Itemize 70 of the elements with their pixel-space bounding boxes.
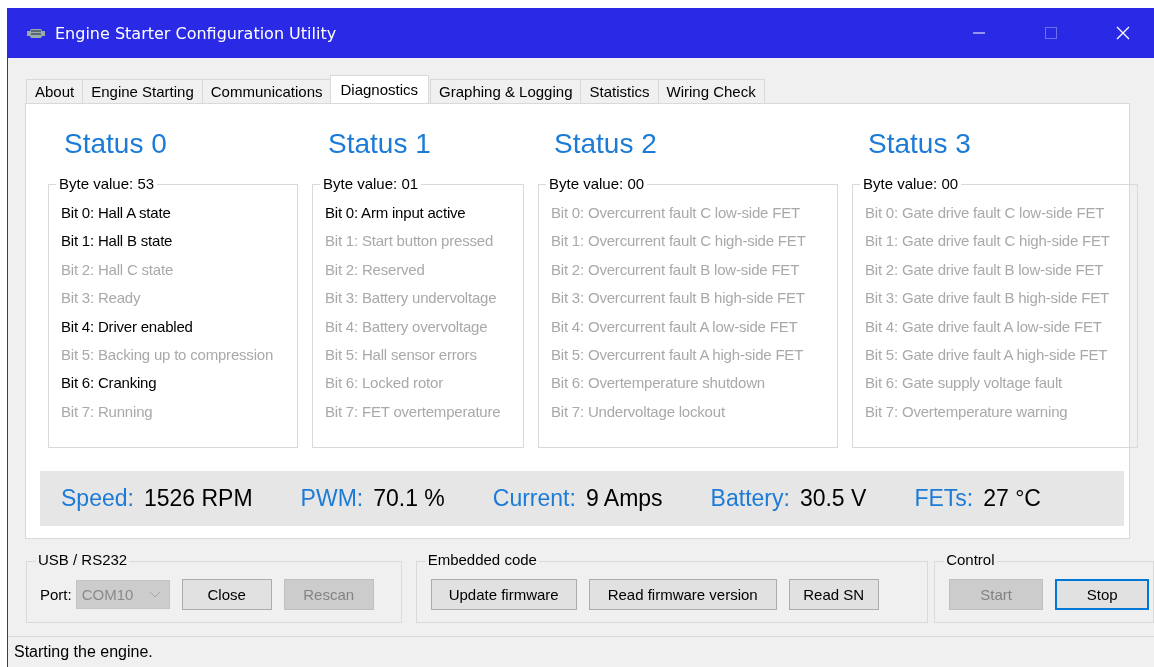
close-icon[interactable] — [1116, 26, 1130, 40]
bit-label: Bit 5: Gate drive fault A high-side FET — [865, 344, 1109, 365]
bit-label: Bit 3: Gate drive fault B high-side FET — [865, 288, 1110, 309]
bit-label: Bit 0: Arm input active — [325, 203, 467, 223]
tab[interactable]: Diagnostics — [329, 75, 430, 103]
bit-label: Bit 7: Undervoltage lockout — [551, 401, 726, 422]
group-title: USB / RS232 — [36, 551, 130, 568]
bit-label: Bit 6: Locked rotor — [325, 373, 444, 394]
maximize-icon[interactable] — [1044, 26, 1058, 40]
bit-label: Bit 7: Running — [61, 401, 154, 422]
bit-label: Bit 4: Overcurrent fault A low-side FET — [551, 316, 799, 337]
tab[interactable]: Graphing & Logging — [430, 79, 582, 103]
engine-icon — [26, 27, 46, 39]
reading-label: PWM: — [300, 485, 364, 512]
reading-label: FETs: — [914, 485, 974, 512]
group-title: Embedded code — [425, 551, 539, 568]
push-button[interactable]: Read SN — [788, 579, 879, 610]
bit-label: Bit 0: Hall A state — [61, 203, 172, 223]
reading-label: Battery: — [710, 485, 790, 512]
bit-label: Bit 1: Hall B state — [61, 231, 174, 252]
reading-label: Speed: — [61, 485, 134, 512]
reading-value: 70.1 % — [373, 485, 445, 512]
push-button[interactable]: Update firmware — [430, 579, 577, 610]
bit-label: Bit 2: Overcurrent fault B low-side FET — [551, 259, 801, 280]
reading-value: 1526 RPM — [143, 485, 253, 512]
tab[interactable]: Wiring Check — [657, 79, 765, 103]
bit-label: Bit 4: Battery overvoltage — [325, 316, 489, 337]
bit-label: Bit 5: Backing up to compression — [61, 344, 275, 365]
window-title: Engine Starter Configuration Utility — [55, 23, 337, 43]
status-heading: Status 0 — [63, 128, 168, 161]
bit-label: Bit 1: Gate drive fault C high-side FET — [865, 231, 1111, 252]
status-heading: Status 3 — [867, 128, 972, 161]
byte-value-label: Byte value: 00 — [546, 175, 648, 192]
bit-label: Bit 7: FET overtemperature — [325, 401, 502, 422]
bit-label: Bit 1: Overcurrent fault C high-side FET — [551, 231, 807, 252]
bit-label: Bit 6: Overtemperature shutdown — [551, 373, 766, 394]
chevron-down-icon — [148, 591, 161, 598]
bit-label: Bit 7: Overtemperature warning — [865, 401, 1069, 422]
tab[interactable]: Engine Starting — [82, 79, 203, 103]
group-title: Control — [944, 551, 997, 568]
bit-label: Bit 3: Ready — [61, 288, 142, 309]
bit-label: Bit 6: Cranking — [61, 373, 158, 394]
bit-label: Bit 2: Gate drive fault B low-side FET — [865, 259, 1105, 280]
bit-label: Bit 3: Battery undervoltage — [325, 288, 498, 309]
push-button[interactable]: Close — [181, 579, 272, 610]
reading-value: 9 Amps — [585, 485, 663, 512]
status-text: Starting the engine. — [14, 643, 153, 660]
reading-label: Current: — [492, 485, 576, 512]
bit-label: Bit 5: Overcurrent fault A high-side FET — [551, 344, 805, 365]
bit-label: Bit 5: Hall sensor errors — [325, 344, 478, 365]
bit-label: Bit 4: Driver enabled — [61, 316, 194, 337]
status-heading: Status 2 — [553, 128, 658, 161]
bit-label: Bit 4: Gate drive fault A low-side FET — [865, 316, 1103, 337]
reading-value: 30.5 V — [799, 485, 867, 512]
bit-label: Bit 1: Start button pressed — [325, 231, 495, 252]
bit-label: Bit 2: Reserved — [325, 259, 426, 280]
bit-label: Bit 0: Gate drive fault C low-side FET — [865, 203, 1106, 223]
byte-value-label: Byte value: 53 — [56, 175, 158, 192]
push-button[interactable]: Stop — [1055, 579, 1150, 610]
bit-label: Bit 2: Hall C state — [61, 259, 175, 280]
bit-label: Bit 3: Overcurrent fault B high-side FET — [551, 288, 806, 309]
push-button[interactable]: Read firmware version — [588, 579, 777, 610]
tab[interactable]: About — [26, 79, 84, 103]
byte-value-label: Byte value: 00 — [860, 175, 962, 192]
bit-label: Bit 6: Gate supply voltage fault — [865, 373, 1064, 394]
byte-value-label: Byte value: 01 — [320, 175, 422, 192]
bit-label: Bit 0: Overcurrent fault C low-side FET — [551, 203, 801, 223]
status-heading: Status 1 — [327, 128, 432, 161]
reading-value: 27 °C — [983, 485, 1041, 512]
port-label: Port: — [40, 586, 72, 603]
